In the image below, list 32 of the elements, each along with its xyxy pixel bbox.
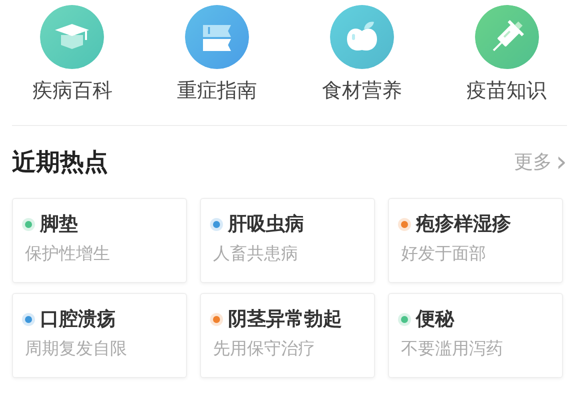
topic-card[interactable]: 脚垫 保护性增生	[12, 198, 187, 283]
topic-card[interactable]: 便秘 不要滥用泻药	[388, 293, 563, 378]
topic-title: 便秘	[416, 308, 454, 331]
topic-subtitle: 先用保守治疗	[213, 338, 316, 360]
category-button[interactable]	[330, 5, 394, 69]
topic-subtitle: 人畜共患病	[213, 244, 299, 264]
syringe-icon	[492, 20, 524, 52]
category-button[interactable]	[40, 5, 104, 69]
chevron-icon: ›	[556, 148, 567, 176]
topic-card[interactable]: 肝吸虫病 人畜共患病	[200, 198, 375, 283]
topic-title: 疱疹样湿疹	[416, 213, 511, 236]
apple-icon	[346, 22, 377, 50]
topic-title: 肝吸虫病	[228, 213, 304, 236]
category-label[interactable]: 食材营养	[322, 77, 402, 103]
section-title: 近期热点	[12, 147, 108, 178]
topic-card[interactable]: 口腔溃疡 周期复发自限	[12, 293, 187, 378]
category-label[interactable]: 疫苗知识	[466, 77, 547, 103]
category-label[interactable]: 疾病百科	[32, 77, 112, 103]
books-icon	[203, 25, 232, 51]
topic-title: 口腔溃疡	[40, 308, 116, 331]
topic-title: 阴茎异常勃起	[228, 308, 342, 331]
cap-icon	[55, 24, 90, 49]
topic-card[interactable]: 阴茎异常勃起 先用保守治疗	[200, 293, 375, 378]
topic-subtitle: 不要滥用泻药	[401, 338, 504, 360]
topic-title: 脚垫	[40, 213, 78, 236]
topic-card[interactable]: 疱疹样湿疹 好发于面部	[388, 198, 563, 283]
category-button[interactable]	[474, 5, 539, 69]
topic-subtitle: 周期复发自限	[25, 338, 128, 360]
topic-subtitle: 好发于面部	[401, 244, 487, 264]
topic-subtitle: 保护性增生	[25, 244, 111, 264]
category-button[interactable]	[185, 5, 250, 69]
category-label[interactable]: 重症指南	[177, 77, 258, 103]
